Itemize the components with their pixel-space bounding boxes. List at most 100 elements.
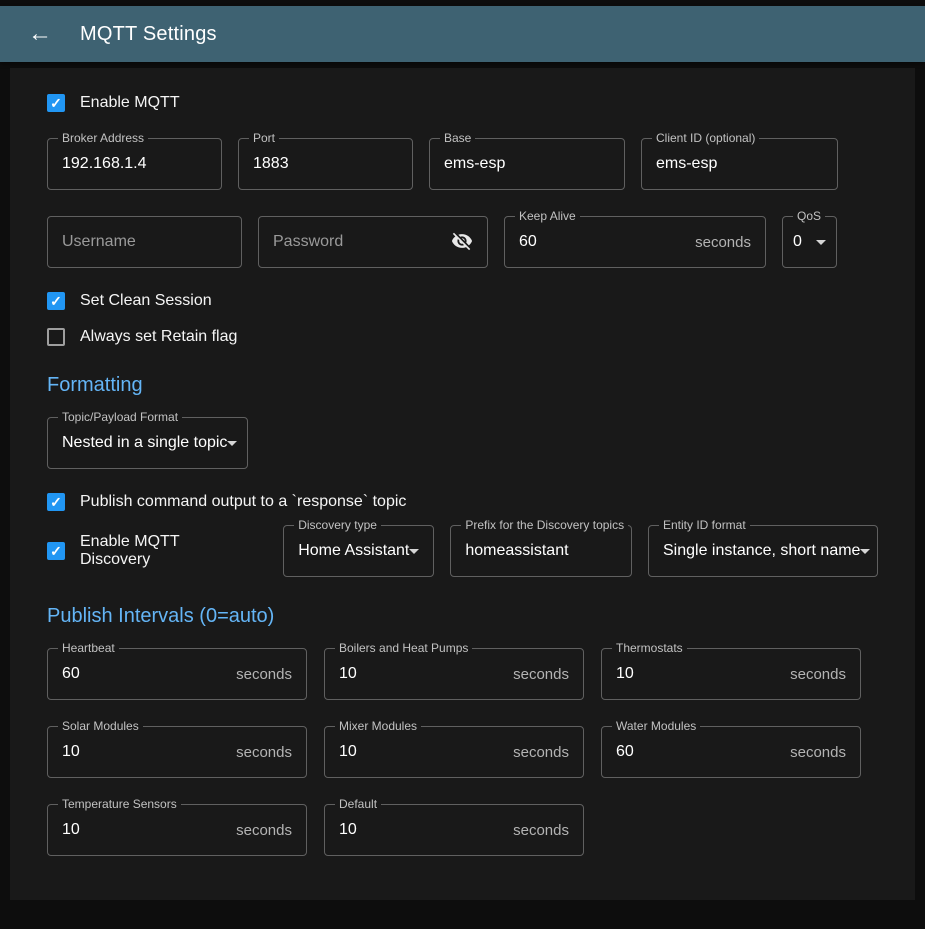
field-value: 60 [519,233,537,251]
field-label: QoS [793,210,825,223]
section-heading-formatting: Formatting [47,374,878,397]
field-label: Keep Alive [515,210,580,223]
interval-heartbeat-field[interactable]: Heartbeat 60 seconds [47,648,307,700]
field-label: Topic/Payload Format [58,411,182,424]
field-label: Base [440,132,475,145]
field-value: 10 [339,743,357,761]
broker-row: Broker Address 192.168.1.4 Port 1883 Bas… [47,138,878,190]
field-label: Discovery type [294,519,381,532]
field-suffix: seconds [790,744,846,761]
field-value: 1883 [253,155,289,173]
checkbox-publish-response[interactable]: Publish command output to a `response` t… [47,493,878,511]
port-field[interactable]: Port 1883 [238,138,413,190]
chevron-down-icon [816,240,826,245]
visibility-off-icon [451,230,473,255]
section-heading-publish-intervals: Publish Intervals (0=auto) [47,605,878,628]
interval-temperature-sensors-field[interactable]: Temperature Sensors 10 seconds [47,804,307,856]
credentials-row: Username Password Keep Alive 60 seconds … [47,216,878,268]
discovery-row: Enable MQTT Discovery Discovery type Hom… [47,525,878,577]
field-value: 60 [62,665,80,683]
field-value: 192.168.1.4 [62,155,147,173]
field-label: Heartbeat [58,642,119,655]
checkbox-label: Always set Retain flag [80,328,237,346]
field-value: Home Assistant [298,542,409,560]
checkbox-label: Enable MQTT [80,94,180,112]
checkbox-clean-session[interactable]: Set Clean Session [47,292,878,310]
field-suffix: seconds [513,822,569,839]
content: Enable MQTT Broker Address 192.168.1.4 P… [10,68,915,900]
checkbox-icon[interactable] [47,94,65,112]
field-value: 10 [62,821,80,839]
chevron-down-icon [409,549,419,554]
field-suffix: seconds [236,822,292,839]
arrow-left-icon: ← [28,20,52,47]
checkbox-icon[interactable] [47,328,65,346]
field-label: Mixer Modules [335,720,421,733]
field-label: Client ID (optional) [652,132,759,145]
page: ← MQTT Settings Enable MQTT Broker Addre… [0,0,925,929]
checkbox-label: Publish command output to a `response` t… [80,493,406,511]
field-suffix: seconds [695,234,751,251]
field-suffix: seconds [236,666,292,683]
qos-select[interactable]: QoS 0 [782,216,837,268]
checkbox-label: Set Clean Session [80,292,212,310]
discovery-type-select[interactable]: Discovery type Home Assistant [283,525,434,577]
field-label: Solar Modules [58,720,143,733]
back-button[interactable]: ← [22,18,58,50]
field-label: Thermostats [612,642,687,655]
field-value: 10 [616,665,634,683]
interval-boilers-field[interactable]: Boilers and Heat Pumps 10 seconds [324,648,584,700]
checkbox-enable-discovery[interactable]: Enable MQTT Discovery [47,533,237,569]
toggle-password-visibility-button[interactable] [451,230,473,255]
checkbox-icon[interactable] [47,542,65,560]
field-label: Boilers and Heat Pumps [335,642,472,655]
interval-thermostats-field[interactable]: Thermostats 10 seconds [601,648,861,700]
field-suffix: seconds [513,744,569,761]
field-value: homeassistant [465,542,568,560]
field-value: ems-esp [656,155,717,173]
chevron-down-icon [227,441,237,446]
interval-water-field[interactable]: Water Modules 60 seconds [601,726,861,778]
field-placeholder: Password [273,233,343,251]
app-bar: ← MQTT Settings [0,6,925,62]
client-id-field[interactable]: Client ID (optional) ems-esp [641,138,838,190]
field-suffix: seconds [790,666,846,683]
field-value: ems-esp [444,155,505,173]
base-field[interactable]: Base ems-esp [429,138,625,190]
checkbox-retain-flag[interactable]: Always set Retain flag [47,328,878,346]
field-label: Temperature Sensors [58,798,181,811]
topic-payload-format-select[interactable]: Topic/Payload Format Nested in a single … [47,417,248,469]
username-field[interactable]: Username [47,216,242,268]
field-placeholder: Username [62,233,136,251]
interval-default-field[interactable]: Default 10 seconds [324,804,584,856]
field-label: Water Modules [612,720,700,733]
interval-mixer-field[interactable]: Mixer Modules 10 seconds [324,726,584,778]
field-label: Default [335,798,381,811]
field-value: 10 [62,743,80,761]
keep-alive-field[interactable]: Keep Alive 60 seconds [504,216,766,268]
field-value: 0 [793,233,802,251]
checkbox-label: Enable MQTT Discovery [80,533,237,569]
entity-id-format-select[interactable]: Entity ID format Single instance, short … [648,525,878,577]
field-value: Nested in a single topic [62,434,227,452]
field-label: Entity ID format [659,519,750,532]
chevron-down-icon [860,549,870,554]
checkbox-icon[interactable] [47,493,65,511]
publish-intervals-grid: Heartbeat 60 seconds Boilers and Heat Pu… [47,648,878,856]
checkbox-enable-mqtt[interactable]: Enable MQTT [47,94,878,112]
discovery-prefix-field[interactable]: Prefix for the Discovery topics homeassi… [450,525,632,577]
field-label: Broker Address [58,132,148,145]
page-title: MQTT Settings [80,23,217,46]
interval-solar-field[interactable]: Solar Modules 10 seconds [47,726,307,778]
broker-address-field[interactable]: Broker Address 192.168.1.4 [47,138,222,190]
field-value: Single instance, short name [663,542,860,560]
field-suffix: seconds [513,666,569,683]
field-label: Prefix for the Discovery topics [461,519,628,532]
password-field[interactable]: Password [258,216,488,268]
field-suffix: seconds [236,744,292,761]
field-value: 10 [339,821,357,839]
field-value: 60 [616,743,634,761]
field-label: Port [249,132,279,145]
checkbox-icon[interactable] [47,292,65,310]
field-value: 10 [339,665,357,683]
